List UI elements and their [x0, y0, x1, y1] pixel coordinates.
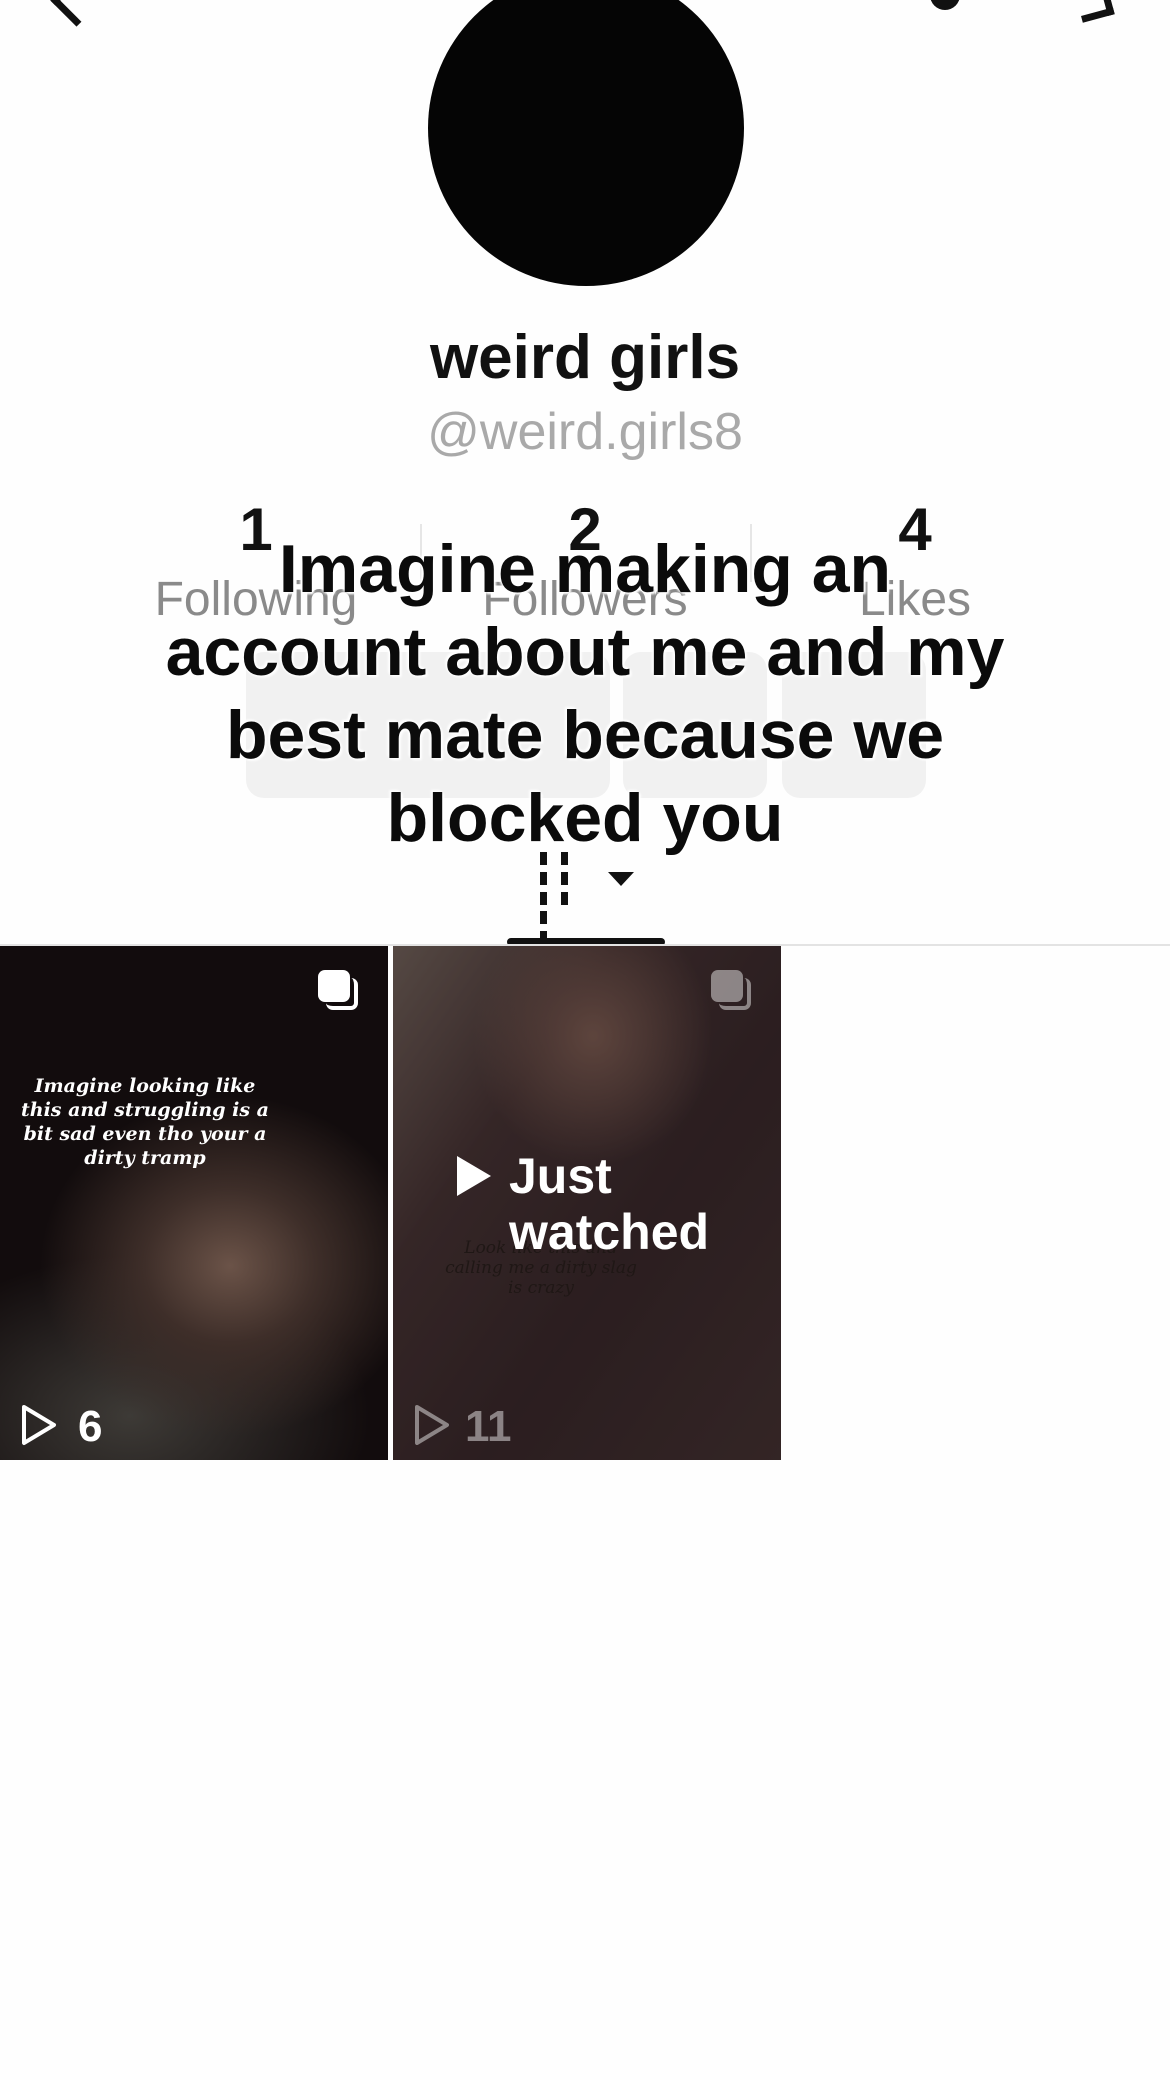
videos-grid-icon[interactable] [540, 852, 596, 965]
display-name: weird girls [429, 323, 741, 392]
just-watched-badge: Just watched [457, 1148, 765, 1260]
avatar[interactable] [428, 0, 744, 286]
multi-photo-icon [711, 970, 751, 1010]
username-handle: @weird.girls8 [427, 403, 743, 461]
view-count: 11 [465, 1402, 512, 1451]
video-thumbnail[interactable]: Imagine looking like this and struggling… [0, 946, 388, 1460]
just-watched-label: Just watched [509, 1148, 710, 1260]
notification-icon[interactable] [930, 0, 960, 10]
share-icon[interactable] [1074, 0, 1115, 23]
multi-photo-icon [318, 970, 358, 1010]
video-thumbnail[interactable]: Look like this and calling me a dirty sl… [393, 946, 781, 1460]
play-icon [415, 1405, 449, 1445]
view-count: 6 [78, 1402, 103, 1451]
video-caption: Imagine looking like this and struggling… [20, 1075, 269, 1169]
overlay-text: Imagine making an account about me and m… [165, 531, 1005, 856]
caret-down-icon[interactable] [608, 872, 634, 886]
play-icon [457, 1156, 491, 1196]
back-icon[interactable] [50, 0, 103, 27]
play-icon [22, 1405, 56, 1445]
